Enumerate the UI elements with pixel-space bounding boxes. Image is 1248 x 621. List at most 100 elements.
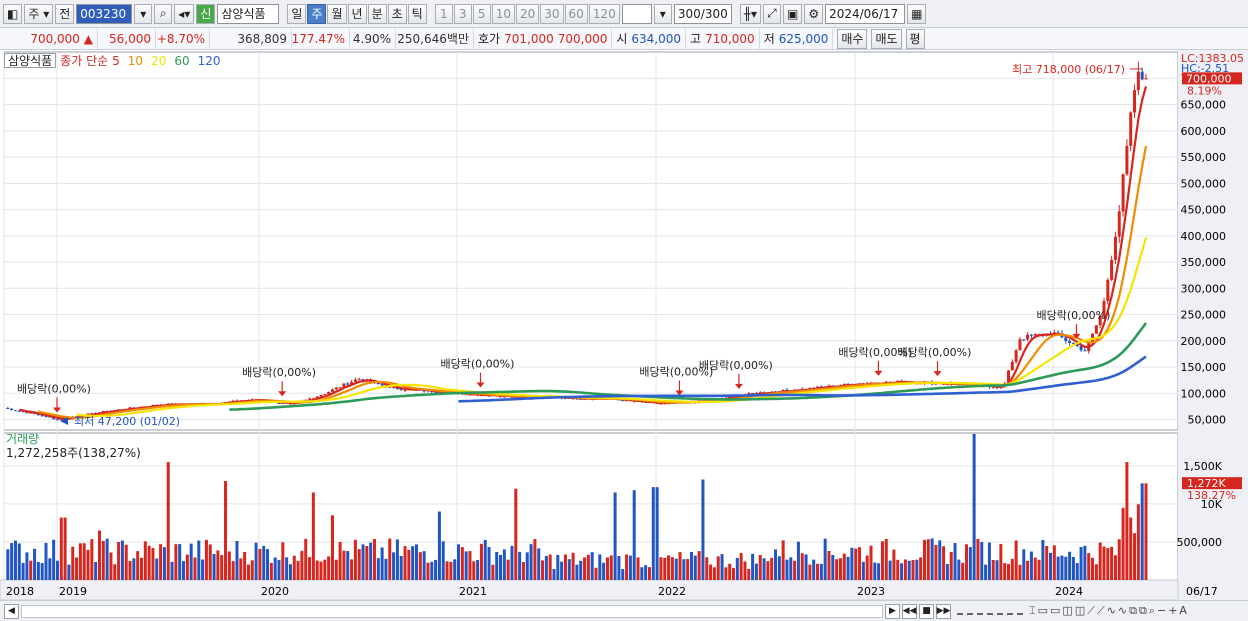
volume-bar [254, 542, 258, 580]
interval-custom-input[interactable] [621, 3, 652, 24]
draw-tool-icon[interactable]: ⤢ [762, 3, 781, 24]
speaker-icon[interactable]: ◂▾ [174, 3, 195, 24]
zoom-icon[interactable]: ⌕ [1149, 604, 1155, 618]
tool-split2-icon[interactable]: ◫ [1075, 604, 1085, 618]
interval-3-button[interactable]: 3 [453, 3, 472, 24]
stock-name-field: 삼양식품 [217, 3, 280, 24]
chart-svg[interactable]: 50,000 100,000 150,000 200,000 250,000 300,00… [0, 50, 1248, 601]
volume-bar [392, 552, 396, 580]
interval-60-button[interactable]: 60 [564, 3, 588, 24]
end-date-label: 06/17 [1186, 585, 1218, 598]
avg-button[interactable]: 평 [905, 28, 925, 49]
tool-cursor-icon[interactable]: ⌶ [1029, 604, 1036, 618]
speed-slider[interactable] [957, 607, 1023, 615]
gear-icon[interactable]: ⚙ [804, 3, 824, 24]
volume-bar [934, 544, 938, 580]
scroll-left-icon[interactable]: ◀ [4, 603, 19, 619]
date-input[interactable]: 2024/06/17 [825, 3, 906, 24]
volume-bar [930, 538, 934, 580]
tool-wave-icon[interactable]: ∿ [1107, 604, 1116, 618]
volume-bar [903, 559, 907, 580]
volume-bar [304, 538, 308, 580]
stock-code-input[interactable]: 003230 [76, 3, 133, 24]
minus-icon[interactable]: − [1157, 604, 1166, 618]
interval-group: 1 3 5 10 20 30 60 120 [434, 3, 620, 24]
year-tick-label: 2022 [658, 585, 686, 598]
ma-series-label: 종가 단순 [60, 54, 109, 68]
interval-120-button[interactable]: 120 [588, 3, 620, 24]
timeframe-6-button[interactable]: 틱 [407, 3, 427, 24]
interval-20-button[interactable]: 20 [515, 3, 540, 24]
calendar-icon[interactable]: ▦ [907, 3, 927, 24]
sell-button[interactable]: 매도 [871, 28, 902, 49]
volume-bar [262, 545, 266, 580]
scrollbar-track[interactable] [21, 604, 883, 618]
rewind-icon[interactable]: ◀◀ [902, 603, 917, 619]
tool-line2-icon[interactable]: ⟋ [1097, 604, 1105, 618]
volume-bar [380, 547, 384, 580]
ma-120-label: 120 [197, 53, 221, 68]
interval-30-button[interactable]: 30 [540, 3, 564, 24]
volume-bar [105, 538, 109, 580]
candle-type-icon[interactable]: ╫▾ [739, 3, 761, 24]
volume-bar [567, 559, 571, 580]
code-dropdown-icon[interactable]: ▾ [134, 3, 153, 24]
volume-bar [709, 564, 713, 580]
timeframe-4-button[interactable]: 분 [367, 3, 387, 24]
volume-bar [422, 551, 426, 580]
timeframe-1-button[interactable]: 주 [307, 3, 327, 24]
count-field[interactable]: 300/300 [673, 3, 732, 24]
chart-area[interactable]: 50,000 100,000 150,000 200,000 250,000 300,00… [0, 50, 1248, 621]
volume-bar [590, 552, 594, 580]
forward-icon[interactable]: ▶▶ [936, 603, 951, 619]
volume-bar [33, 548, 37, 580]
font-size-icon[interactable]: A [1179, 604, 1187, 618]
timeframe-0-button[interactable]: 일 [287, 3, 307, 24]
current-pct-label: 8.19% [1187, 84, 1222, 97]
interval-10-button[interactable]: 10 [491, 3, 515, 24]
volume-bar [376, 558, 380, 580]
volume-bar [563, 554, 567, 580]
volume-bar [330, 515, 334, 580]
volume-bar [71, 546, 75, 580]
volume-bar [55, 560, 59, 580]
chart-menu-icon[interactable]: ◧ [3, 3, 23, 24]
tool-line-icon[interactable]: ⟋ [1087, 604, 1095, 618]
tool-window2-icon[interactable]: ▭ [1050, 604, 1060, 618]
volume-bar [617, 556, 621, 580]
volume-bar [266, 549, 270, 580]
save-icon[interactable]: ▣ [782, 3, 803, 24]
tool-window-icon[interactable]: ▭ [1038, 604, 1048, 618]
price-value: 700,000 [30, 31, 80, 46]
timeframe-3-button[interactable]: 년 [347, 3, 367, 24]
ma-periods: 5 10 20 60 120 [112, 54, 220, 68]
play-icon[interactable]: ▶ [885, 603, 900, 619]
search-icon[interactable]: ⌕ [154, 3, 173, 24]
interval-5-button[interactable]: 5 [472, 3, 491, 24]
period-prefix-select[interactable]: 주 ▾ [24, 3, 54, 24]
timeframe-2-button[interactable]: 월 [327, 3, 347, 24]
volume-bar [212, 554, 216, 580]
interval-1-button[interactable]: 1 [434, 3, 453, 24]
year-tick-label: 2020 [261, 585, 289, 598]
prev-button[interactable]: 전 [55, 3, 75, 24]
count-value: 300 [677, 6, 701, 21]
volume-bar [395, 539, 399, 580]
interval-dropdown-icon[interactable]: ▾ [653, 3, 672, 24]
tool-compare2-icon[interactable]: ⧉ [1139, 604, 1147, 618]
buy-button[interactable]: 매수 [837, 28, 868, 49]
stop-icon[interactable]: ■ [919, 603, 934, 619]
volume-bar [945, 564, 949, 580]
volume-bar [407, 549, 411, 580]
volume-bar [464, 551, 468, 580]
tool-wave2-icon[interactable]: ∿ [1118, 604, 1127, 618]
volume-bar [1029, 551, 1033, 580]
tool-split-icon[interactable]: ◫ [1062, 604, 1072, 618]
volume-bar [938, 540, 942, 580]
volume-bar [896, 559, 900, 580]
volume-value: 368,809 [210, 28, 292, 49]
plus-icon[interactable]: + [1168, 604, 1177, 618]
price-tick-label: 250,000 [1181, 309, 1227, 322]
tool-compare-icon[interactable]: ⧉ [1129, 604, 1137, 618]
timeframe-5-button[interactable]: 초 [387, 3, 407, 24]
